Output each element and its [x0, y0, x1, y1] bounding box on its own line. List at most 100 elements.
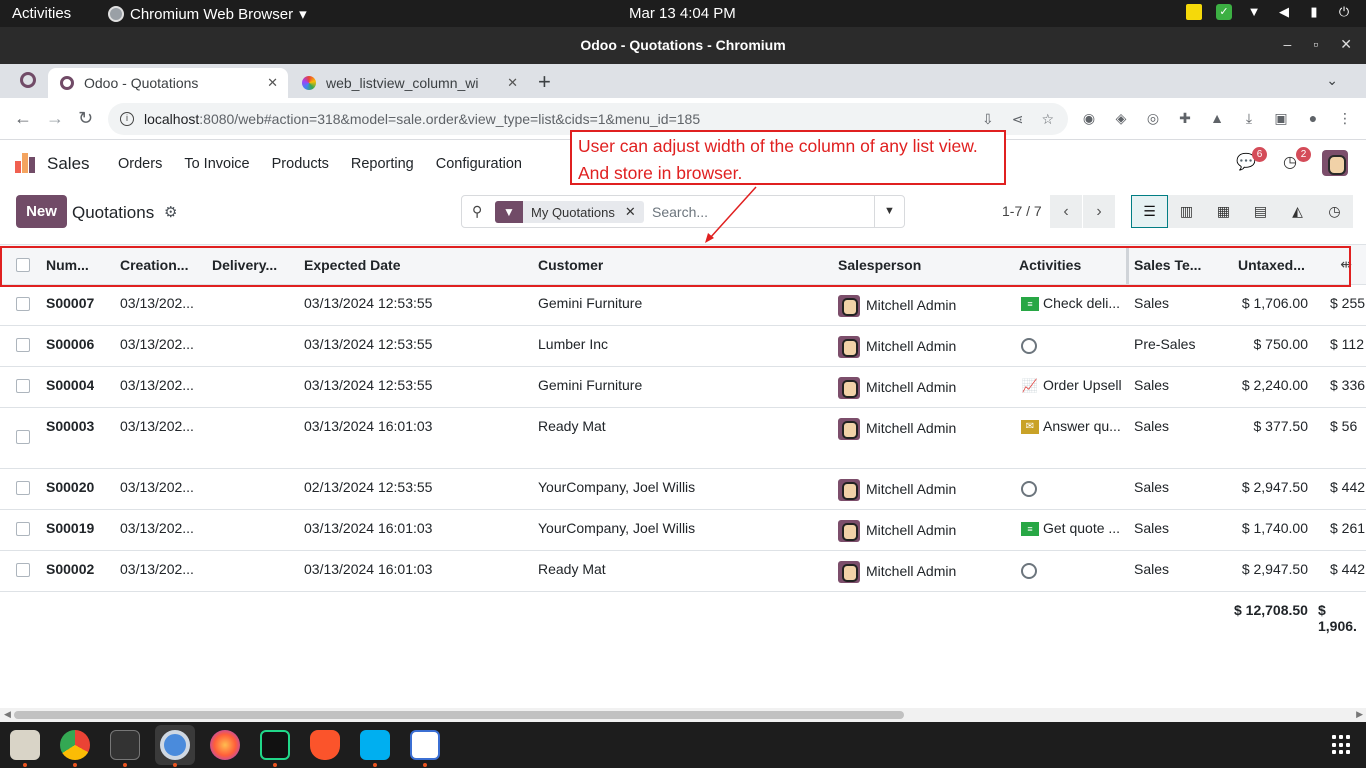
column-header-untaxed[interactable]: Untaxed...: [1238, 257, 1305, 273]
select-all-checkbox[interactable]: [16, 258, 30, 272]
close-tab-icon[interactable]: ✕: [507, 75, 518, 91]
extension-owl-icon[interactable]: ◈: [1112, 110, 1130, 127]
close-tab-icon[interactable]: ✕: [267, 75, 278, 91]
column-resize-handle[interactable]: [1126, 247, 1129, 284]
table-row[interactable]: S00006 03/13/202... 03/13/2024 12:53:55 Lum…: [0, 326, 1366, 367]
row-checkbox[interactable]: [16, 563, 30, 577]
menu-products[interactable]: Products: [261, 156, 340, 172]
activities-button[interactable]: Activities: [12, 5, 71, 22]
bookmark-star-icon[interactable]: ☆: [1041, 111, 1054, 128]
battery-icon[interactable]: ▮: [1306, 4, 1322, 20]
tab-odoo-quotations[interactable]: Odoo - Quotations ✕: [48, 68, 288, 98]
row-checkbox[interactable]: [16, 379, 30, 393]
profile-icon[interactable]: ●: [1304, 110, 1322, 127]
skype-icon[interactable]: [360, 730, 390, 760]
todo-icon[interactable]: ≡: [1021, 522, 1039, 536]
power-icon[interactable]: ⏻: [1336, 4, 1352, 20]
pager-value[interactable]: 1-7 / 7: [1002, 203, 1042, 219]
user-avatar[interactable]: [1322, 150, 1348, 176]
column-header-expected-date[interactable]: Expected Date: [304, 257, 400, 273]
column-header-delivery[interactable]: Delivery...: [212, 257, 277, 273]
chromium-icon[interactable]: [160, 730, 190, 760]
show-applications-icon[interactable]: [1332, 735, 1352, 755]
gear-icon[interactable]: ⚙: [164, 203, 177, 221]
volume-icon[interactable]: ◀: [1276, 4, 1292, 20]
table-row[interactable]: S00019 03/13/202... 03/13/2024 16:01:03 You…: [0, 510, 1366, 551]
brave-icon[interactable]: [310, 730, 340, 760]
menu-configuration[interactable]: Configuration: [425, 156, 533, 172]
text-editor-icon[interactable]: [410, 730, 440, 760]
todo-icon[interactable]: ≡: [1021, 297, 1039, 311]
row-checkbox[interactable]: [16, 430, 30, 444]
clock[interactable]: Mar 13 4:04 PM: [629, 5, 736, 22]
clock-icon[interactable]: [1021, 563, 1037, 579]
messages-button[interactable]: 💬 6: [1234, 147, 1267, 175]
optional-columns-toggle-icon[interactable]: ⇹: [1340, 256, 1352, 273]
table-row[interactable]: S00004 03/13/202... 03/13/2024 12:53:55 Gem…: [0, 367, 1366, 408]
browser-menu-icon[interactable]: ⋮: [1336, 110, 1354, 127]
calendar-view-icon[interactable]: ▦: [1205, 195, 1242, 228]
wifi-icon[interactable]: ▼: [1246, 4, 1262, 20]
scrollbar-thumb[interactable]: [14, 711, 904, 719]
scroll-left-icon[interactable]: ◀: [4, 709, 11, 720]
search-icon[interactable]: ⚲: [472, 203, 482, 220]
flask-icon[interactable]: ▲: [1208, 110, 1226, 127]
search-options-toggle-icon[interactable]: ▼: [874, 196, 904, 227]
clock-icon[interactable]: [1021, 338, 1037, 354]
forward-icon[interactable]: →: [46, 108, 64, 129]
table-row[interactable]: S00003 03/13/202... 03/13/2024 16:01:03 Rea…: [0, 408, 1366, 469]
site-info-icon[interactable]: i: [120, 112, 134, 126]
notes-icon[interactable]: [1186, 4, 1202, 20]
remove-facet-icon[interactable]: ✕: [625, 204, 644, 220]
app-name[interactable]: Sales: [47, 154, 90, 174]
row-checkbox[interactable]: [16, 338, 30, 352]
reload-icon[interactable]: ↻: [78, 108, 93, 129]
extension-incognito-icon[interactable]: ◉: [1080, 110, 1098, 127]
row-checkbox[interactable]: [16, 297, 30, 311]
extension-color-icon[interactable]: ◎: [1144, 110, 1162, 127]
tab-search-icon[interactable]: [20, 72, 36, 88]
column-header-creation[interactable]: Creation...: [120, 257, 188, 273]
row-checkbox[interactable]: [16, 522, 30, 536]
list-view-icon[interactable]: ☰: [1131, 195, 1168, 228]
horizontal-scrollbar[interactable]: ◀ ▶: [0, 708, 1366, 722]
envelope-icon[interactable]: ✉: [1021, 420, 1039, 434]
side-panel-icon[interactable]: ▣: [1272, 110, 1290, 127]
pycharm-icon[interactable]: [260, 730, 290, 760]
menu-to-invoice[interactable]: To Invoice: [173, 156, 260, 172]
minimize-icon[interactable]: –: [1284, 36, 1292, 53]
menu-orders[interactable]: Orders: [107, 156, 173, 172]
downloads-icon[interactable]: ⤓: [1240, 110, 1258, 127]
activity-view-icon[interactable]: ◷: [1316, 195, 1353, 228]
search-input[interactable]: [652, 201, 872, 223]
row-checkbox[interactable]: [16, 481, 30, 495]
chrome-icon[interactable]: [60, 730, 90, 760]
pager-next-icon[interactable]: ›: [1083, 195, 1115, 228]
extensions-puzzle-icon[interactable]: ✚: [1176, 110, 1194, 127]
check-icon[interactable]: ✓: [1216, 4, 1232, 20]
maximize-icon[interactable]: ▫: [1313, 36, 1318, 53]
firefox-icon[interactable]: [210, 730, 240, 760]
scroll-right-icon[interactable]: ▶: [1356, 709, 1363, 720]
pager-previous-icon[interactable]: ‹: [1050, 195, 1082, 228]
upsell-chart-icon[interactable]: 📈: [1021, 379, 1039, 393]
close-window-icon[interactable]: ✕: [1340, 36, 1352, 53]
new-button[interactable]: New: [16, 195, 67, 228]
table-row[interactable]: S00002 03/13/202... 03/13/2024 16:01:03 Rea…: [0, 551, 1366, 592]
install-app-icon[interactable]: ⇩: [982, 111, 994, 128]
new-tab-icon[interactable]: +: [538, 69, 551, 95]
kanban-view-icon[interactable]: ▥: [1168, 195, 1205, 228]
table-row[interactable]: S00007 03/13/202... 03/13/2024 12:53:55 Gem…: [0, 285, 1366, 326]
menu-reporting[interactable]: Reporting: [340, 156, 425, 172]
column-header-sales-team[interactable]: Sales Te...: [1134, 257, 1201, 273]
pivot-view-icon[interactable]: ▤: [1242, 195, 1279, 228]
clock-icon[interactable]: [1021, 481, 1037, 497]
column-header-activities[interactable]: Activities: [1019, 257, 1081, 273]
app-menu[interactable]: Chromium Web Browser ▾: [108, 5, 307, 23]
column-header-salesperson[interactable]: Salesperson: [838, 257, 921, 273]
back-icon[interactable]: ←: [14, 108, 32, 129]
files-icon[interactable]: [10, 730, 40, 760]
tab-web-listview[interactable]: web_listview_column_wi ✕: [290, 68, 528, 98]
table-row[interactable]: S00020 03/13/202... 02/13/2024 12:53:55 You…: [0, 469, 1366, 510]
graph-view-icon[interactable]: ◭: [1279, 195, 1316, 228]
